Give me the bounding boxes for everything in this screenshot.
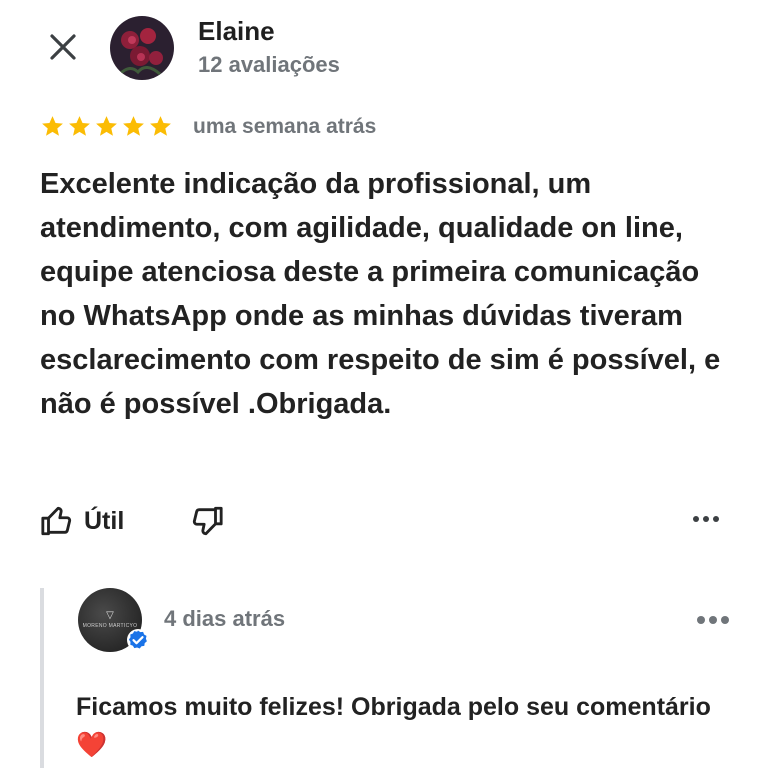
star-icon	[123, 116, 144, 136]
review-actions: Útil	[40, 504, 728, 544]
helpful-button[interactable]: Útil	[40, 504, 124, 538]
star-icon	[42, 116, 63, 136]
reviewer-name[interactable]: Elaine	[198, 16, 275, 47]
owner-logo-icon: ▽	[106, 610, 114, 621]
verified-badge-icon	[127, 629, 149, 651]
reply-more-button[interactable]	[696, 612, 730, 630]
reply-text-block: Ficamos muito felizes! Obrigada pelo seu…	[76, 688, 716, 764]
star-icon	[150, 116, 171, 136]
review-detail-page: Elaine 12 avaliações uma semana atrás Ex…	[0, 0, 768, 768]
star-icon	[96, 116, 117, 136]
reviewer-avatar[interactable]	[110, 16, 174, 80]
close-button[interactable]	[44, 28, 82, 66]
review-more-button[interactable]	[692, 510, 720, 528]
thumbs-down-icon	[192, 506, 223, 536]
thumbs-up-icon	[41, 506, 72, 536]
heart-emoji: ❤️	[76, 731, 108, 759]
verified-badge	[126, 628, 150, 657]
roses-avatar-image	[110, 16, 174, 80]
review-date: uma semana atrás	[193, 115, 377, 138]
more-dots-icon	[697, 616, 729, 624]
owner-reply: ▽ MORENO MARTICYO 4 dias atrás Ficamos m…	[40, 588, 744, 768]
reply-date: 4 dias atrás	[164, 606, 286, 631]
reviewer-review-count: 12 avaliações	[198, 52, 340, 77]
rating-stars	[40, 114, 173, 139]
reply-text: Ficamos muito felizes! Obrigada pelo seu…	[76, 693, 711, 721]
helpful-label: Útil	[84, 506, 125, 535]
review-text: Excelente indicação da profissional, um …	[40, 168, 721, 420]
more-dots-icon	[693, 516, 719, 522]
star-icon	[69, 116, 90, 136]
not-helpful-button[interactable]	[190, 504, 224, 543]
close-icon	[50, 34, 76, 60]
